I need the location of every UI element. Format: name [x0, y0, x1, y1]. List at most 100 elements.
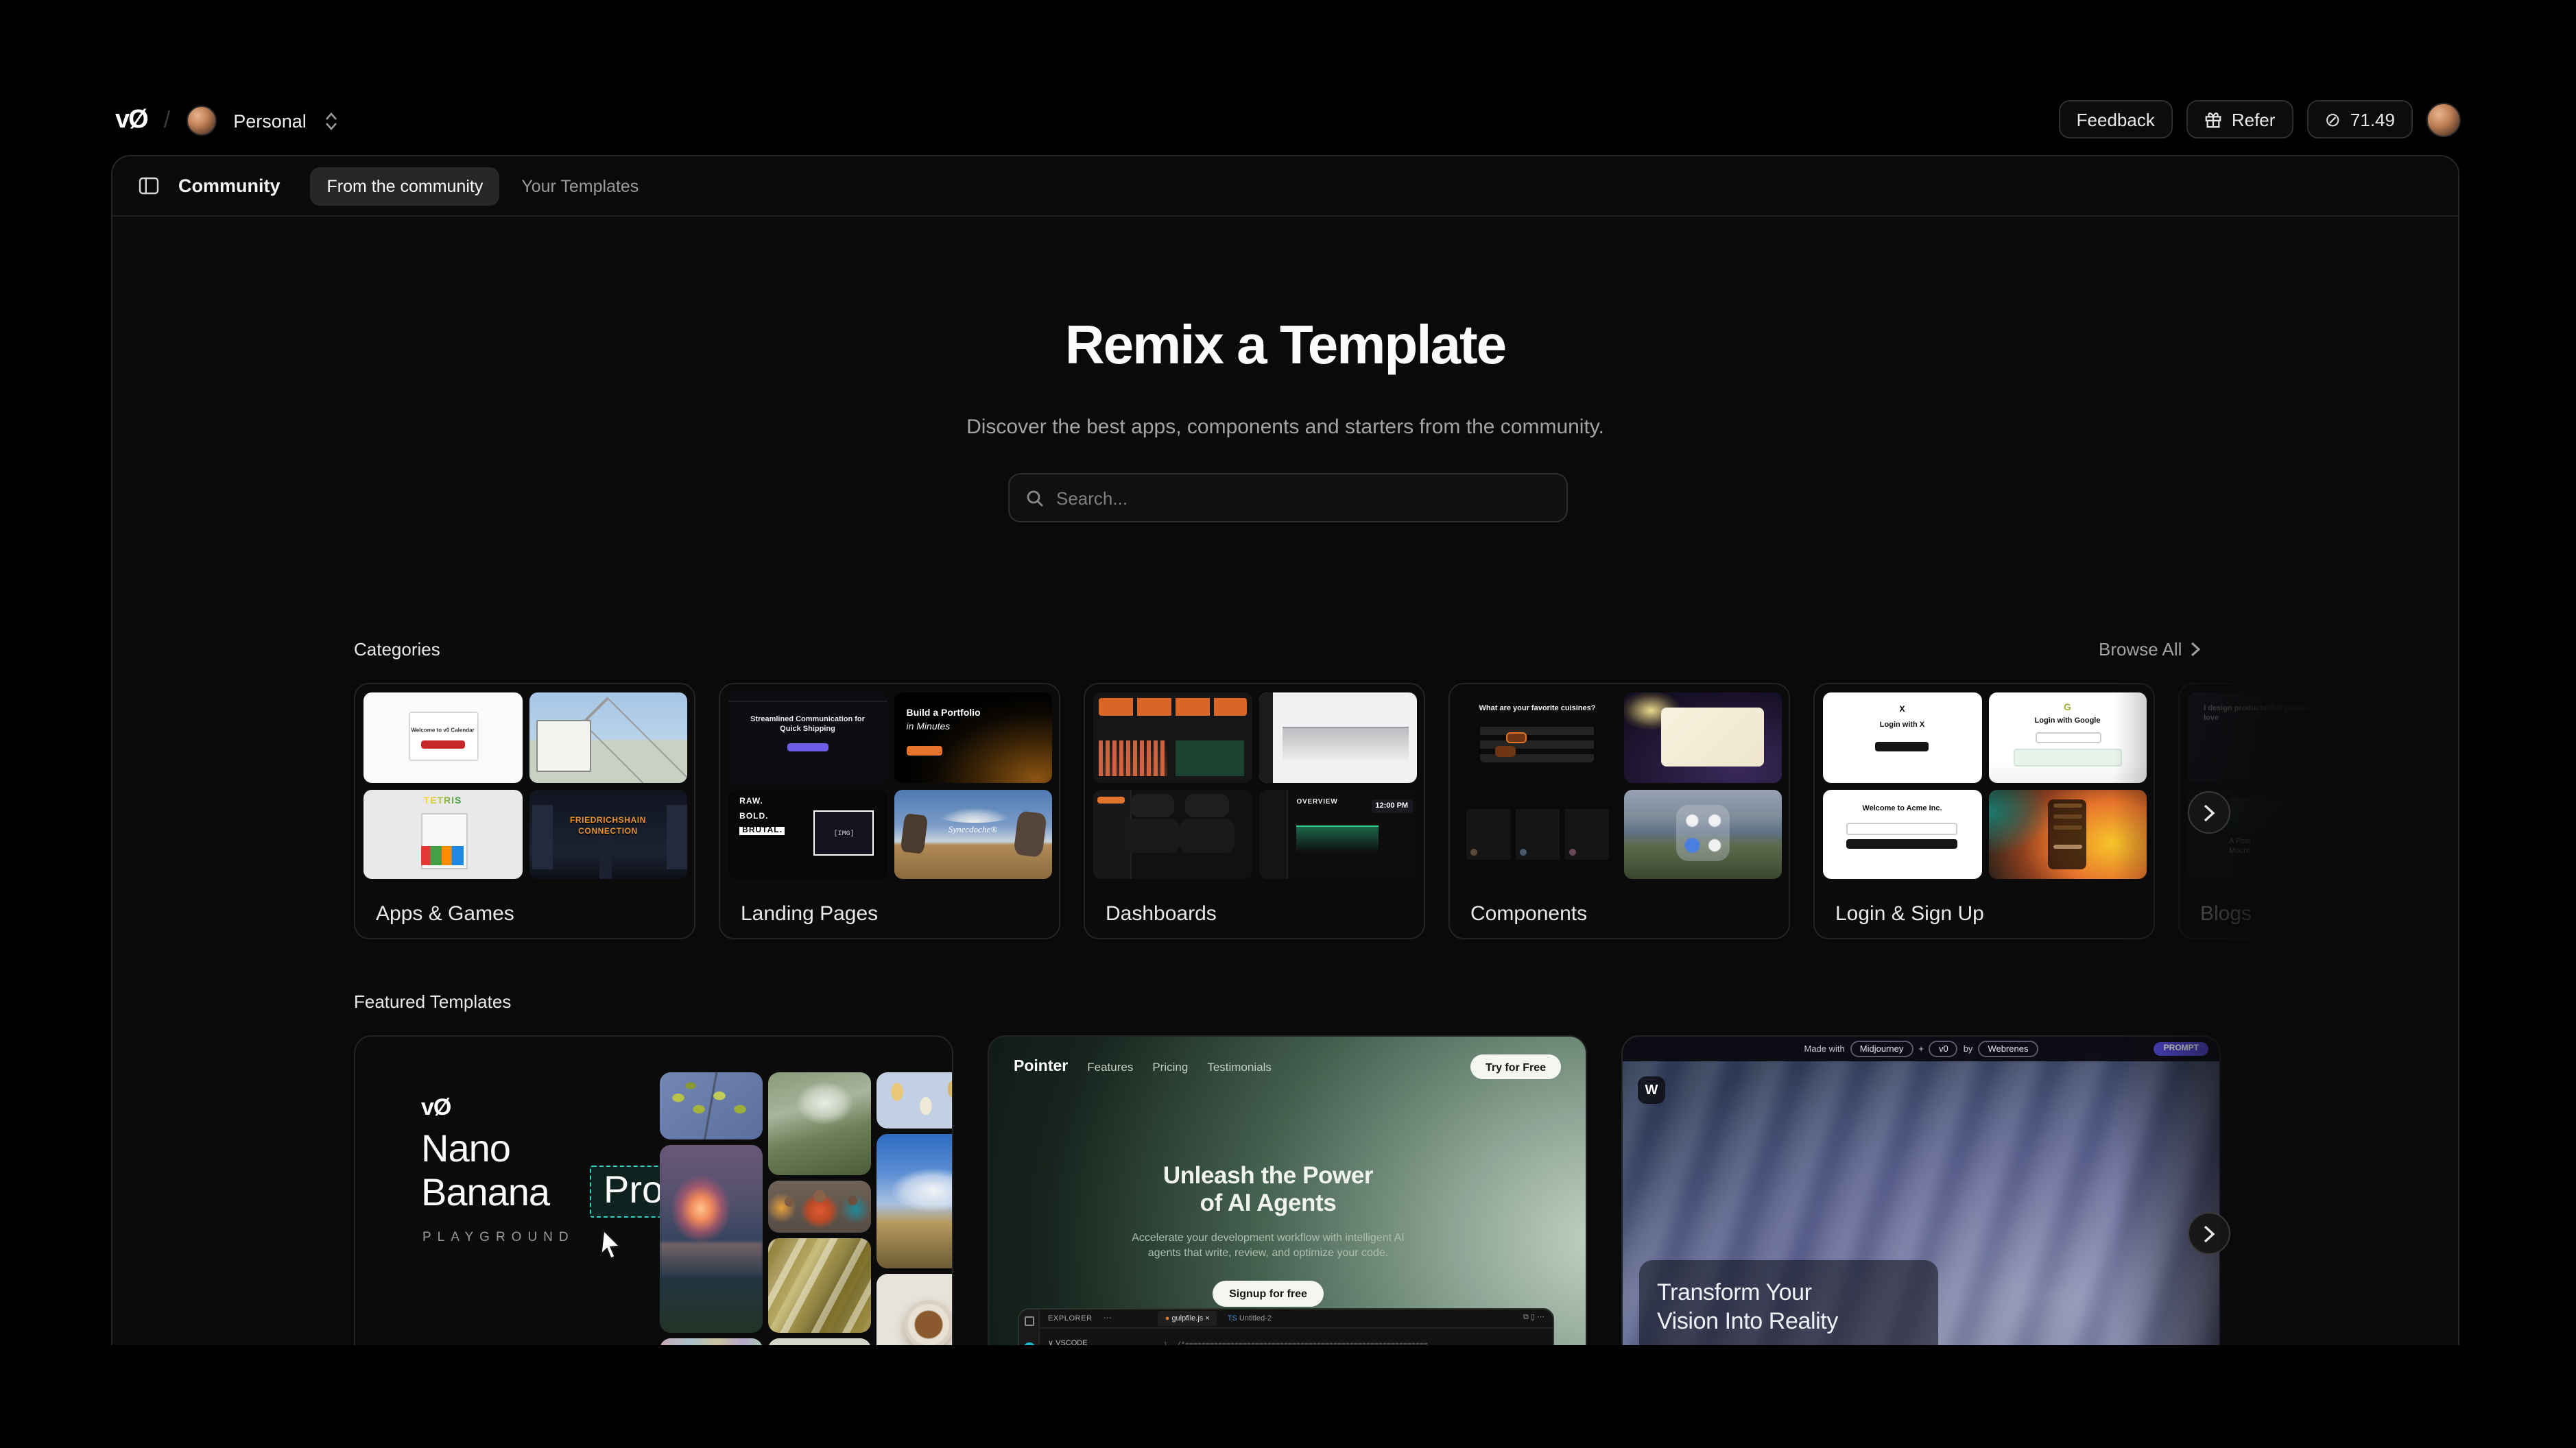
sidebar-toggle-icon[interactable]: [139, 177, 159, 195]
thumbnail-text: Welcome to v0 Calendar: [379, 727, 506, 734]
refer-button[interactable]: Refer: [2186, 100, 2293, 138]
photo-sky-landscape: [876, 1134, 953, 1268]
pointer-heading-line1: Unleash the Power: [989, 1163, 1547, 1190]
tab-from-the-community[interactable]: From the community: [311, 167, 500, 205]
photo-people: [768, 1181, 871, 1233]
thumbnail-iso: [529, 692, 687, 782]
pointer-sub-line2: agents that write, review, and optimize …: [989, 1246, 1547, 1260]
editor-actions-icons: ⧉ ▯ ⋯: [1523, 1314, 1545, 1323]
breadcrumb-separator: /: [164, 107, 170, 134]
pointer-link-testimonials: Testimonials: [1207, 1060, 1272, 1074]
w-logo: W: [1638, 1076, 1665, 1104]
thumbnail-dash2: [1259, 692, 1417, 782]
thumbnail-blogpf: I design products that people love: [2188, 692, 2346, 782]
js-icon: ●: [1165, 1314, 1172, 1323]
thumbnail-tetris: TETRIS: [363, 789, 522, 879]
thumbnail-text: 12:00 PM: [1371, 800, 1412, 814]
thumbnail-cuis: What are your favorite cuisines?: [1458, 692, 1617, 782]
search-icon: [1026, 489, 1044, 507]
browse-all-link[interactable]: Browse All: [2099, 639, 2199, 660]
thumbnail-text: Build a Portfolio: [906, 709, 980, 719]
editor-tab-gulpfile: ● gulpfile.js ×: [1158, 1311, 1217, 1326]
tab-label: gulpfile.js ×: [1171, 1314, 1209, 1323]
category-label: Apps & Games: [376, 902, 686, 926]
tab-your-templates[interactable]: Your Templates: [521, 176, 639, 195]
search-input[interactable]: [1056, 487, 1550, 508]
hero-subtitle: Discover the best apps, components and s…: [112, 415, 2458, 439]
category-card-components[interactable]: What are your favorite cuisines? Componen…: [1448, 683, 1790, 939]
editor-tab-untitled: TS Untitled-2: [1228, 1314, 1272, 1323]
featured-card-pointer[interactable]: Pointer Features Pricing Testimonials Tr…: [988, 1035, 1587, 1396]
thumbnail-text: TETRIS: [363, 796, 522, 806]
thumbnail-text: What are your favorite cuisines?: [1458, 705, 1617, 713]
webrenes-badge: Webrenes: [1978, 1041, 2038, 1057]
v0-logo: vØ: [421, 1094, 451, 1122]
gift-icon: [2204, 110, 2222, 128]
hero-title: Remix a Template: [112, 315, 2458, 377]
thumbnail-text: BOLD.: [739, 812, 768, 821]
thumbnail-text: Login with X: [1823, 721, 1981, 729]
thumbnail-text: A PostMount: [2229, 838, 2251, 858]
thumbnail-text: BRUTAL.: [739, 827, 785, 835]
thumbnail-lx: XLogin with X: [1823, 692, 1981, 782]
thumbnail-lg: GLogin with Google: [1988, 692, 2147, 782]
pointer-brand: Pointer: [1014, 1059, 1068, 1075]
nano-tagline: PLAYGROUND: [422, 1230, 575, 1245]
community-panel: Community From the community Your Templa…: [111, 155, 2459, 1396]
page-title: Community: [178, 176, 281, 196]
pointer-heading-line2: of AI Agents: [989, 1190, 1547, 1216]
thumbnail-text: I design products that people love: [2204, 705, 2315, 725]
category-card-apps-games[interactable]: Welcome to v0 Calendar TETRIS FRIEDRICHSHA…: [354, 683, 695, 939]
pointer-link-pricing: Pricing: [1152, 1060, 1188, 1074]
featured-cards: vØ Nano Banana Pro PLAYGROUND: [354, 1035, 2221, 1396]
chevron-up-down-icon[interactable]: [326, 112, 338, 130]
category-label: Dashboards: [1106, 902, 1416, 926]
ts-icon: TS: [1228, 1314, 1239, 1323]
feedback-label: Feedback: [2077, 109, 2155, 130]
by-label: by: [1964, 1044, 1973, 1054]
made-with-label: Made with: [1804, 1044, 1845, 1054]
categories-next-button[interactable]: [2188, 791, 2230, 834]
viewport-letterbox: [0, 1345, 2576, 1448]
v0-credits-icon: ⊘: [2324, 110, 2340, 129]
category-card-login-sign-up[interactable]: XLogin with XGLogin with GoogleWelcome t…: [1813, 683, 2155, 939]
midjourney-badge: Midjourney: [1850, 1041, 1913, 1057]
category-cards: Welcome to v0 Calendar TETRIS FRIEDRICHSHA…: [354, 683, 2459, 939]
pointer-nav: Pointer Features Pricing Testimonials Tr…: [989, 1037, 1586, 1079]
thumbnail-dash1: [1093, 692, 1252, 782]
categories-heading: Categories: [354, 639, 440, 660]
thumbnail-dark: [2353, 692, 2459, 782]
featured-card-webrenes-wave[interactable]: Made with Midjourney + v0 by Webrenes PR…: [1621, 1035, 2221, 1396]
category-card-landing-pages[interactable]: Streamlined Communication forQuick Shipp…: [719, 683, 1060, 939]
thumbnail-calendar: Welcome to v0 Calendar: [363, 692, 522, 782]
v0-logo[interactable]: vØ: [115, 106, 147, 136]
thumbnail-lgrad: [1988, 789, 2147, 879]
cursor-icon: [597, 1227, 627, 1263]
made-with-bar: Made with Midjourney + v0 by Webrenes PR…: [1623, 1037, 2219, 1061]
thumbnail-fried: FRIEDRICHSHAINCONNECTION: [529, 789, 687, 879]
search-box[interactable]: [1008, 473, 1568, 522]
refer-label: Refer: [2232, 109, 2276, 130]
more-icon: ⋯: [1104, 1314, 1112, 1323]
community-navbar: Community From the community Your Templa…: [112, 156, 2458, 217]
photo-leaves: [660, 1072, 763, 1139]
pointer-hero: Unleash the Power of AI Agents Accelerat…: [989, 1163, 1547, 1307]
thumbnail-text: FRIEDRICHSHAINCONNECTION: [529, 818, 687, 838]
credits-button[interactable]: ⊘ 71.49: [2306, 100, 2413, 138]
category-label: Login & Sign Up: [1835, 902, 2145, 926]
thumbnail-dark: [2353, 789, 2459, 879]
pointer-signup-button: Signup for free: [1213, 1281, 1324, 1307]
category-label: Components: [1470, 902, 1780, 926]
user-avatar[interactable]: [2426, 102, 2461, 136]
team-avatar[interactable]: [187, 106, 217, 136]
thumbnail-text: in Minutes: [906, 723, 950, 733]
featured-card-nano-banana-pro[interactable]: vØ Nano Banana Pro PLAYGROUND: [354, 1035, 953, 1396]
category-card-dashboards[interactable]: OVERVIEW 12:00 PM Dashboards: [1084, 683, 1425, 939]
thumbnail-text: OVERVIEW: [1296, 798, 1337, 806]
thumbnail-la: Welcome to Acme Inc.: [1823, 789, 1981, 879]
feedback-button[interactable]: Feedback: [2059, 100, 2173, 138]
v0-badge: v0: [1929, 1041, 1958, 1057]
featured-next-button[interactable]: [2188, 1212, 2230, 1255]
thumbnail-ctrl: [1623, 789, 1782, 879]
team-selector-label[interactable]: Personal: [233, 110, 307, 131]
